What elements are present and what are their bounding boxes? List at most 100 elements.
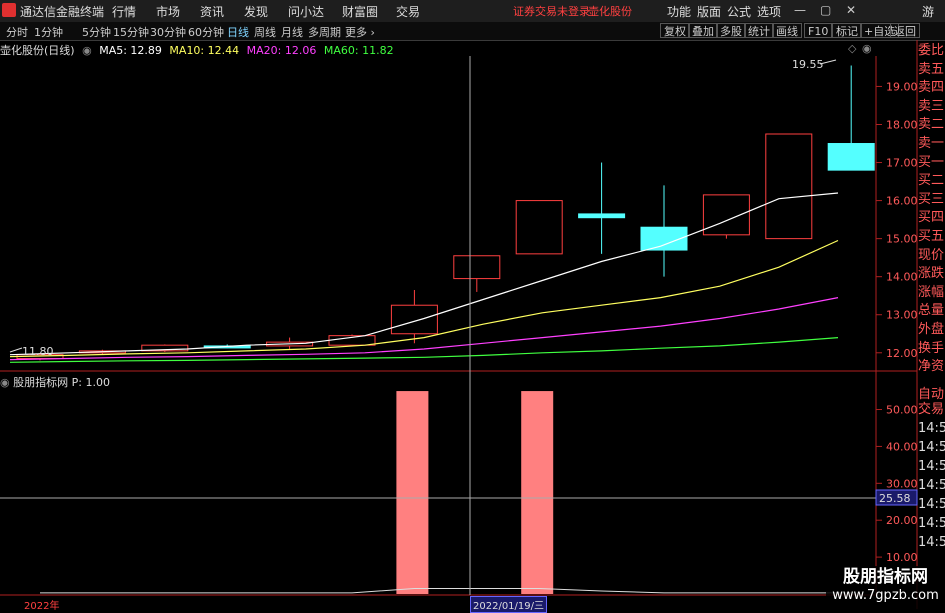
overlay-button[interactable]: 叠加 [688,23,718,38]
stats-button[interactable]: 统计 [744,23,774,38]
quote-label: 涨跌 [918,266,945,282]
period-intraday[interactable]: 分时 [6,24,28,40]
tick-time: 14:56 [918,535,945,550]
tick-time: 14:56 [918,516,945,531]
back-button[interactable]: 返回 [890,23,920,38]
quote-label: 买二 [918,173,945,189]
watermark-title: 股朋指标网 [843,567,928,587]
price-tick-label: 15.00 [886,233,918,246]
cursor-value-text: 25.58 [879,492,911,505]
period-1min[interactable]: 1分钟 [34,24,63,40]
chart-menu-icon[interactable]: ◉ [862,42,872,55]
trade-label[interactable]: 交易 [918,400,945,419]
quote-panel: 委比 卖五 卖四 卖三 卖二 卖一 买一 买二 买三 买四 买五 现价 涨跌 涨… [918,42,945,377]
ma20-line [9,297,839,361]
menu-market[interactable]: 市场 [156,3,180,20]
kline-chart[interactable]: 19.00 18.00 17.00 16.00 15.00 14.00 13.00 12.00… [0,0,945,609]
menu-quotes[interactable]: 行情 [112,3,136,20]
quote-label: 换手 [918,340,945,356]
period-60min[interactable]: 60分钟 [188,24,224,40]
quote-label: 现价 [918,247,945,263]
quote-label: 净资 [918,359,945,375]
menu-options[interactable]: 选项 [757,3,781,20]
volume-bar [396,391,429,594]
indicator-settings-icon[interactable]: ◉ [0,376,10,389]
chart-settings-icon[interactable]: ◇ [848,42,857,55]
quote-label: 买四 [918,210,945,226]
ma10-value: MA10: 12.44 [169,44,240,57]
draw-line-button[interactable]: 画线 [772,23,802,38]
menu-wealth-circle[interactable]: 财富圈 [342,3,378,20]
menu-formula[interactable]: 公式 [727,3,751,20]
indicator-param: P: 1.00 [71,376,110,389]
period-multi[interactable]: 多周期 [308,24,341,40]
period-daily[interactable]: 日线 [227,24,249,40]
quote-label: 委比 [918,43,945,58]
mark-button[interactable]: 标记 [832,23,862,38]
quote-label: 卖四 [918,80,945,96]
volume-tick-label: 50.00 [886,404,918,417]
price-tick-label: 14.00 [886,271,918,284]
indicator-title[interactable]: 股朋指标网 [13,376,68,389]
tick-time: 14:55 [918,421,945,436]
quote-label: 外盘 [918,321,945,337]
price-tick-label: 18.00 [886,118,918,131]
multi-stock-button[interactable]: 多股 [716,23,746,38]
quote-label: 买一 [918,154,945,170]
volume-tick-label: 10.00 [886,551,918,564]
candle-body [578,213,626,219]
period-30min[interactable]: 30分钟 [150,24,186,40]
minimize-icon[interactable]: — [794,3,806,17]
chart-header: 壶化股份(日线) ◉ MA5: 12.89 MA10: 12.44 MA20: … [0,42,398,57]
period-monthly[interactable]: 月线 [281,24,303,40]
tick-time: 14:56 [918,497,945,512]
menu-ask-xiaoda[interactable]: 问小达 [288,3,324,20]
menu-layout[interactable]: 版面 [697,3,721,20]
app-logo-icon [2,3,16,17]
current-stock-name: 壶化股份 [588,5,632,18]
period-more[interactable]: 更多 › [345,24,375,40]
ma5-value: MA5: 12.89 [99,44,162,57]
trade-login-status[interactable]: 证券交易未登录 [513,3,590,19]
quote-label: 卖三 [918,98,945,114]
period-15min[interactable]: 15分钟 [113,24,149,40]
quote-label: 总量 [918,303,945,319]
quote-label: 卖五 [918,61,945,77]
candle-body [203,345,251,349]
price-tick-label: 13.00 [886,309,918,322]
close-icon[interactable]: ✕ [846,3,856,17]
price-tick-label: 19.00 [886,80,918,93]
menu-function[interactable]: 功能 [667,3,691,20]
f10-button[interactable]: F10 [804,23,833,38]
menu-trade[interactable]: 交易 [396,3,420,20]
high-price-pointer [819,59,837,65]
menu-news[interactable]: 资讯 [200,3,224,20]
tick-time: 14:56 [918,440,945,455]
tick-time: 14:56 [918,459,945,474]
candle-body [453,255,501,280]
quote-label: 涨幅 [918,284,945,300]
indicator-base-line [40,588,852,594]
quote-label: 卖二 [918,117,945,133]
tdx-terminal-window: 通达信金融终端 行情 市场 资讯 发现 问小达 财富圈 交易 证券交易未登录 壶… [0,0,945,613]
period-5min[interactable]: 5分钟 [82,24,111,40]
ma60-line [9,337,839,363]
candle-body [765,133,813,240]
tick-panel: 自动 交易 14:55 14:56 14:56 14:56 14:56 14:5… [918,385,945,552]
adjust-button[interactable]: 复权 [660,23,690,38]
candle-body [827,143,875,171]
indicator-menu-icon[interactable]: ◉ [82,44,92,57]
price-tick-label: 17.00 [886,157,918,170]
period-weekly[interactable]: 周线 [254,24,276,40]
period-toolbar: 分时 1分钟 5分钟 15分钟 30分钟 60分钟 日线 周线 月线 多周期 更… [0,22,945,41]
ma60-value: MA60: 11.82 [323,44,394,57]
quote-label: 卖一 [918,135,945,151]
volume-bar [521,391,554,594]
quote-label: 买五 [918,228,945,244]
stock-period-label[interactable]: 壶化股份(日线) [0,44,75,57]
app-title: 通达信金融终端 [20,5,105,19]
menu-discover[interactable]: 发现 [244,3,268,20]
menubar: 通达信金融终端 行情 市场 资讯 发现 问小达 财富圈 交易 证券交易未登录 壶… [0,0,945,36]
candle-body [266,341,314,347]
maximize-icon[interactable]: ▢ [820,3,831,17]
